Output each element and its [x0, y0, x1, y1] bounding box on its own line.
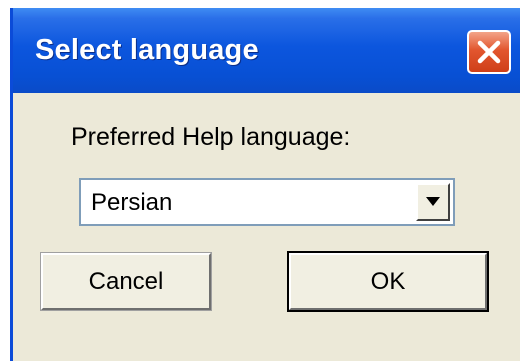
language-select-value: Persian: [91, 189, 173, 216]
close-icon: [477, 40, 501, 64]
ok-button[interactable]: OK: [287, 251, 489, 312]
cancel-button[interactable]: Cancel: [40, 252, 212, 311]
dropdown-button[interactable]: [416, 183, 450, 221]
title-bar[interactable]: Select language: [13, 8, 520, 93]
language-select[interactable]: Persian: [79, 178, 455, 226]
close-button[interactable]: [467, 30, 511, 74]
chevron-down-icon: [426, 197, 440, 206]
select-language-dialog: Select language Preferred Help language:…: [10, 8, 520, 361]
dialog-title: Select language: [35, 34, 259, 66]
preferred-language-label: Preferred Help language:: [71, 123, 351, 151]
